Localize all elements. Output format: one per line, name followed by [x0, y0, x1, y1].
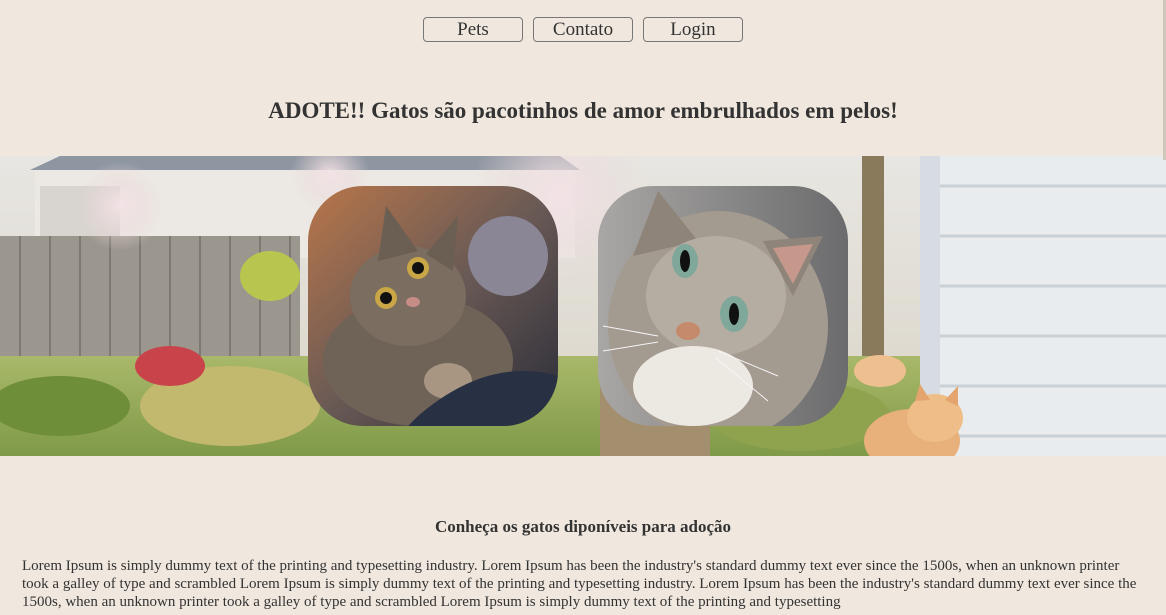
- section-body-text: Lorem Ipsum is simply dummy text of the …: [22, 558, 1137, 610]
- page-headline: ADOTE!! Gatos são pacotinhos de amor emb…: [268, 98, 898, 123]
- hero-banner: [0, 156, 1166, 456]
- tabby-cat-closeup-icon: [598, 186, 848, 426]
- nav-contato-button[interactable]: Contato: [533, 17, 633, 42]
- top-nav: Pets Contato Login: [0, 17, 1166, 42]
- section-title: Conheça os gatos diponíveis para adoção: [434, 517, 732, 536]
- cat-photo-1[interactable]: [308, 186, 558, 426]
- nav-login-button[interactable]: Login: [643, 17, 743, 42]
- garden-background-image: [0, 156, 1166, 456]
- cat-photo-2[interactable]: [598, 186, 848, 426]
- tabby-kitten-icon: [308, 186, 558, 426]
- nav-pets-button[interactable]: Pets: [423, 17, 523, 42]
